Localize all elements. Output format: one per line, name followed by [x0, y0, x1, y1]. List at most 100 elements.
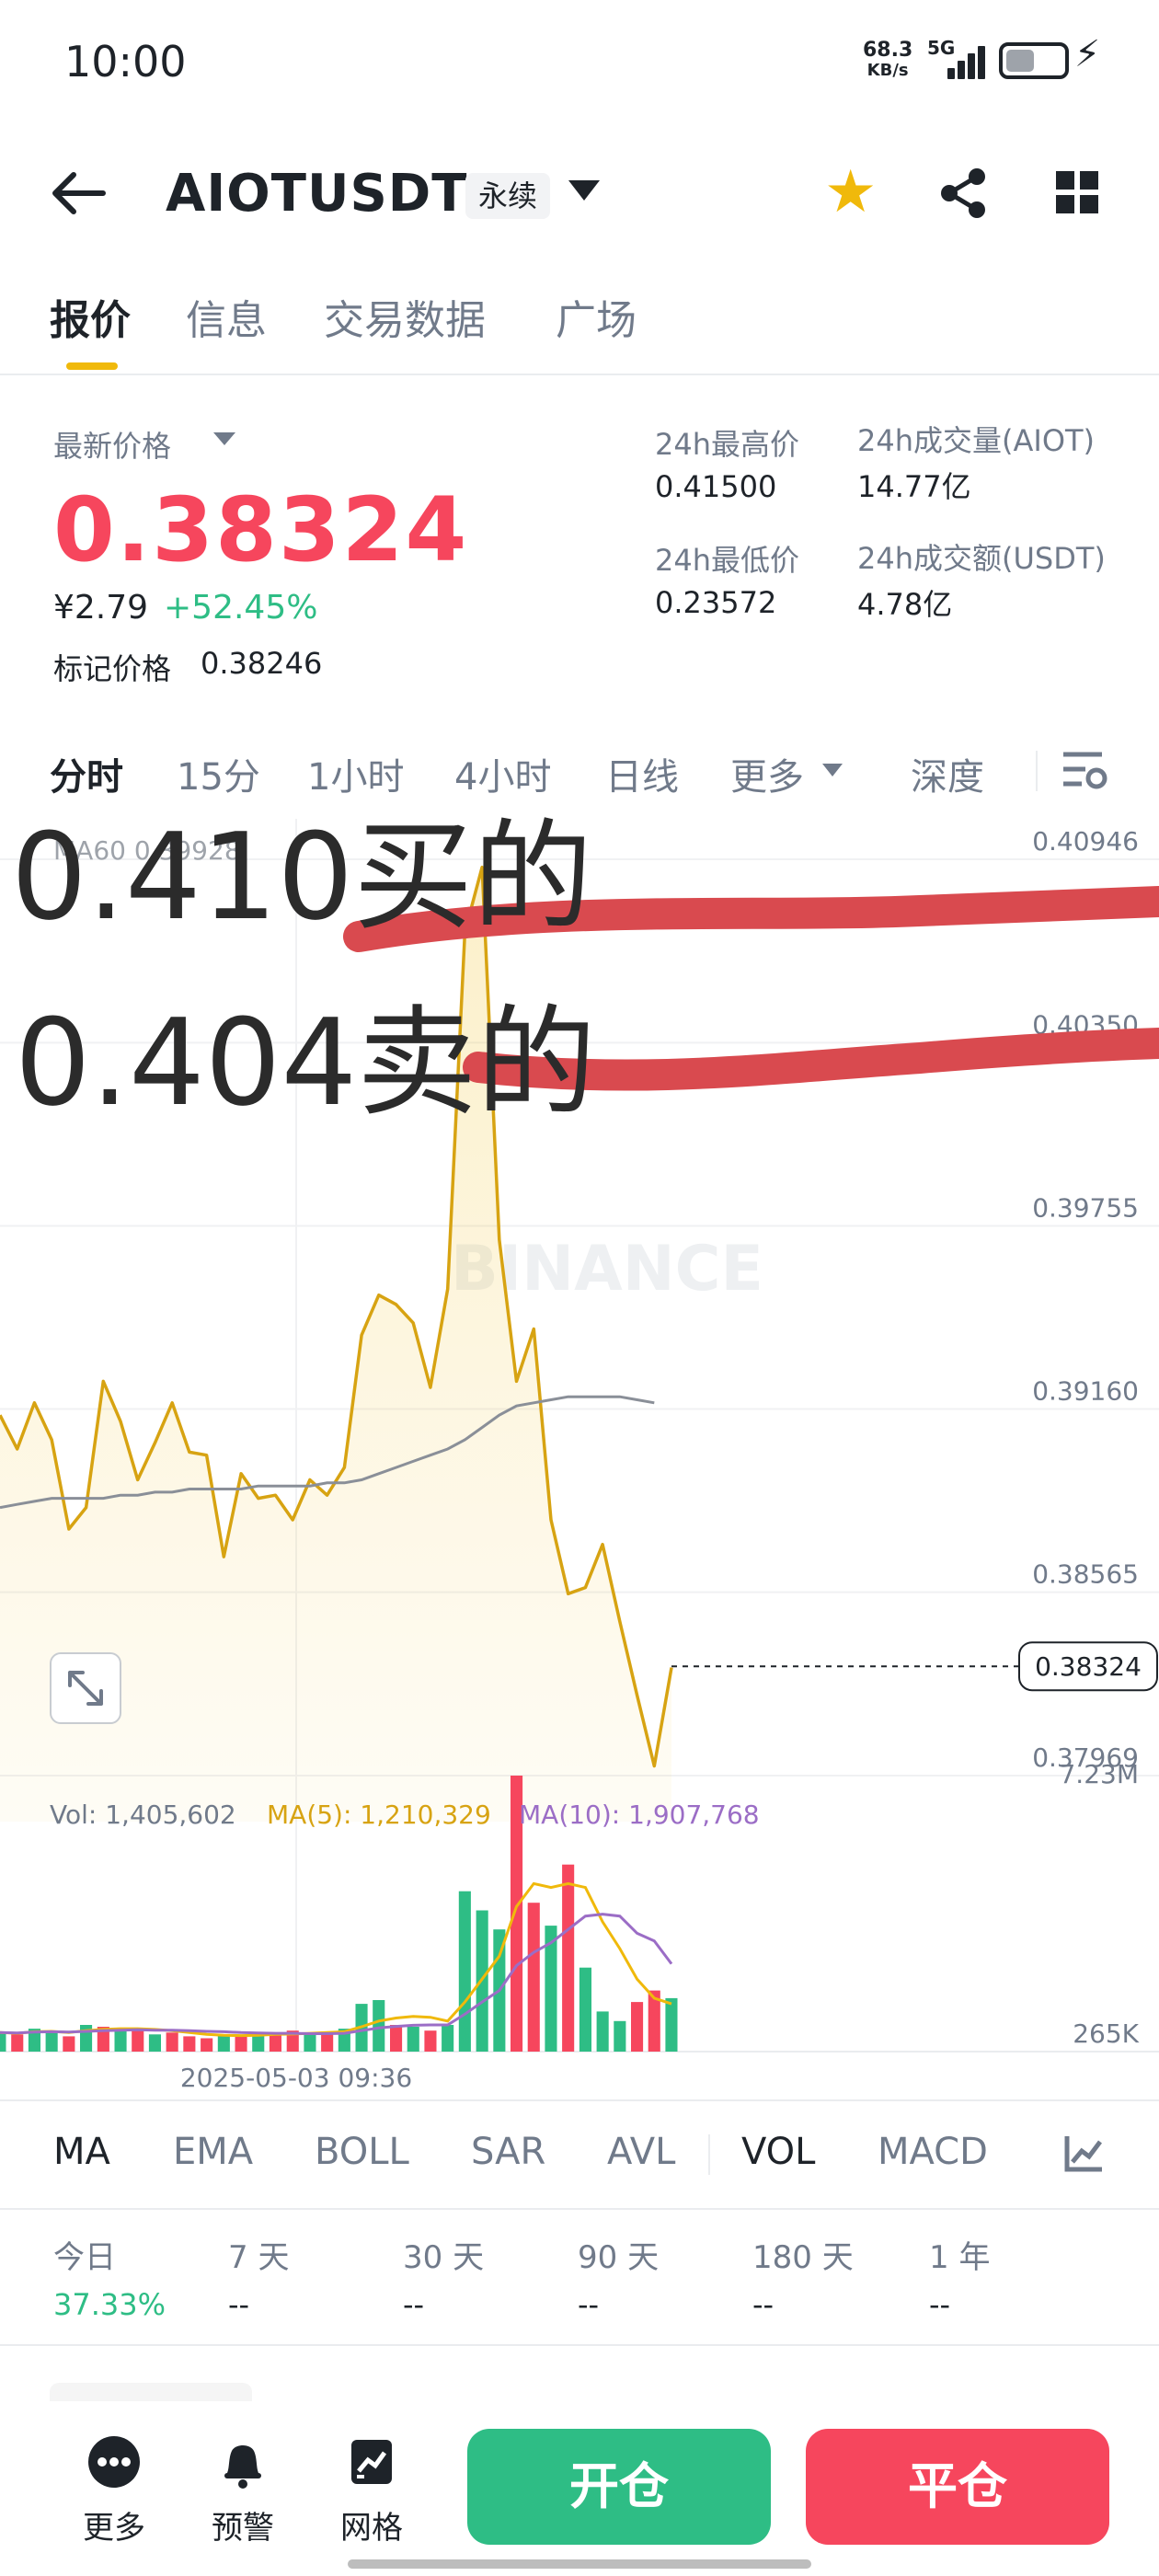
vol-max-tick: 7.23M: [1059, 1759, 1139, 1789]
vol-ma5-label: MA(5): 1,210,329: [267, 1800, 491, 1830]
vol-quote-label: 24h成交额(USDT): [857, 541, 1106, 576]
mark-price: 0.38246: [201, 646, 323, 681]
signal-icon: [947, 42, 988, 79]
volume-bar: [373, 2000, 385, 2052]
volume-bar: [407, 2027, 419, 2052]
charging-icon: ⚡: [1074, 33, 1101, 75]
period-value-30d: --: [403, 2287, 425, 2322]
volume-bar: [631, 2002, 644, 2052]
status-time: 10:00: [64, 37, 187, 86]
vol-min-tick: 265K: [1073, 2018, 1139, 2049]
volume-bar: [45, 2030, 58, 2052]
volume-bar: [166, 2032, 178, 2052]
buy-price-note: 0.410买的: [11, 807, 593, 947]
volume-bar: [390, 2025, 403, 2052]
grid-trading-icon[interactable]: [344, 2434, 399, 2490]
volume-bar: [269, 2034, 281, 2052]
interval-tab-line[interactable]: 分时: [50, 747, 123, 800]
star-icon[interactable]: ★: [824, 160, 877, 224]
sell-price-note: 0.404卖的: [15, 993, 597, 1133]
interval-tab-1h[interactable]: 1小时: [307, 747, 404, 800]
more-icon[interactable]: [86, 2434, 142, 2490]
more-caret-icon[interactable]: [822, 764, 843, 776]
symbol-title[interactable]: AIOTUSDT: [166, 164, 467, 224]
alert-label[interactable]: 预警: [192, 2502, 293, 2547]
interval-tab-depth[interactable]: 深度: [911, 747, 984, 800]
divider: [0, 2099, 1159, 2101]
high-24h: 0.41500: [655, 469, 777, 504]
back-arrow-icon[interactable]: [48, 166, 112, 221]
expand-chart-icon[interactable]: [50, 1652, 121, 1724]
volume-bar: [424, 2030, 437, 2052]
period-label-90d: 90 天: [578, 2239, 660, 2276]
divider: [0, 2208, 1159, 2210]
volume-bar: [562, 1864, 575, 2052]
interval-tab-15m[interactable]: 15分: [177, 747, 260, 800]
vol-base: 14.77亿: [857, 469, 971, 504]
indicator-settings-icon[interactable]: [1063, 2133, 1104, 2173]
period-value-today: 37.33%: [53, 2287, 166, 2322]
active-tab-indicator: [66, 362, 118, 370]
interval-tab-more[interactable]: 更多: [730, 747, 804, 800]
volume-bar: [527, 1903, 540, 2052]
vol-base-label: 24h成交量(AIOT): [857, 423, 1096, 458]
chart-settings-icon[interactable]: [1061, 749, 1107, 793]
bell-icon[interactable]: [215, 2434, 270, 2490]
open-position-button[interactable]: 开仓: [467, 2429, 771, 2545]
tab-square[interactable]: 广场: [556, 287, 637, 346]
volume-bar: [148, 2034, 161, 2052]
volume-bar: [235, 2036, 247, 2052]
indicator-ma[interactable]: MA: [53, 2131, 110, 2173]
divider: [1036, 751, 1038, 791]
indicator-vol[interactable]: VOL: [741, 2131, 815, 2173]
caret-down-icon[interactable]: [568, 180, 600, 201]
grid-icon[interactable]: [1056, 171, 1100, 215]
low-24h-label: 24h最低价: [655, 543, 800, 578]
network-speed-value: 68.3: [863, 39, 913, 62]
grid-label[interactable]: 网格: [321, 2502, 422, 2547]
close-position-button[interactable]: 平仓: [806, 2429, 1109, 2545]
more-label[interactable]: 更多: [63, 2502, 165, 2547]
mark-price-label: 标记价格: [53, 651, 172, 686]
volume-bar: [458, 1891, 471, 2052]
network-speed: 68.3 KB/s: [863, 40, 912, 81]
period-label-30d: 30 天: [403, 2239, 485, 2276]
volume-bar: [596, 2011, 609, 2052]
tab-info[interactable]: 信息: [186, 287, 267, 346]
price-type-caret-icon[interactable]: [213, 432, 235, 445]
home-indicator: [348, 2559, 811, 2569]
volume-bar: [579, 1967, 591, 2052]
network-speed-unit: KB/s: [866, 61, 909, 80]
vol-ma10-label: MA(10): 1,907,768: [519, 1800, 760, 1830]
divider: [708, 2134, 710, 2175]
last-price-label: 最新价格: [53, 429, 172, 464]
collapsed-panel-tab: [50, 2383, 252, 2401]
indicator-macd[interactable]: MACD: [878, 2131, 988, 2173]
interval-tab-4h[interactable]: 4小时: [454, 747, 551, 800]
indicator-boll[interactable]: BOLL: [315, 2131, 409, 2173]
volume-bar: [132, 2030, 144, 2052]
indicator-sar[interactable]: SAR: [471, 2131, 545, 2173]
period-value-180d: --: [752, 2287, 775, 2322]
volume-bar: [321, 2034, 334, 2052]
low-24h: 0.23572: [655, 585, 777, 620]
period-label-1y: 1 年: [929, 2239, 991, 2276]
tab-trading-data[interactable]: 交易数据: [324, 287, 486, 346]
period-label-180d: 180 天: [752, 2239, 854, 2276]
indicator-ema[interactable]: EMA: [173, 2131, 253, 2173]
vol-quote: 4.78亿: [857, 587, 953, 622]
y-tick-label: 0.39160: [1032, 1376, 1139, 1407]
cny-price: ¥2.79: [53, 589, 149, 627]
indicator-avl[interactable]: AVL: [607, 2131, 675, 2173]
period-value-90d: --: [578, 2287, 600, 2322]
y-tick-label: 0.39755: [1032, 1192, 1139, 1223]
x-tick-label: 2025-05-03 09:36: [180, 2063, 412, 2093]
tab-quote[interactable]: 报价: [50, 287, 131, 346]
period-label-7d: 7 天: [228, 2239, 290, 2276]
share-icon[interactable]: [936, 166, 992, 221]
volume-bar: [201, 2038, 213, 2052]
interval-tab-1d[interactable]: 日线: [605, 747, 679, 800]
last-price: 0.38324: [53, 478, 469, 581]
volume-bar: [304, 2032, 316, 2052]
y-tick-label: 0.38565: [1032, 1559, 1139, 1590]
